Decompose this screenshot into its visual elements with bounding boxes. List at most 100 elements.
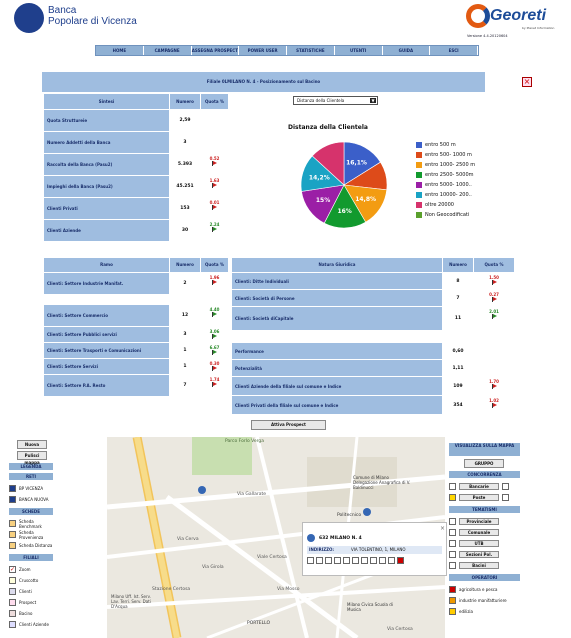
concorrenza-item[interactable]: Bancarie: [449, 481, 520, 492]
menu-statistiche[interactable]: STATISTICHE: [287, 46, 335, 55]
prospect-icon[interactable]: [343, 557, 350, 564]
menu-utenti[interactable]: UTENTI: [335, 46, 383, 55]
distance-dropdown[interactable]: Distanza della Clientela ▼: [293, 96, 378, 105]
row-label[interactable]: Clienti: Società diCapitale: [232, 307, 442, 331]
bank-name: Banca Popolare di Vicenza: [48, 5, 137, 27]
dashboard-icon: [9, 577, 16, 584]
reti-item[interactable]: BANCA NUOVA: [9, 494, 53, 505]
tematismi-item[interactable]: Provinciale: [449, 516, 520, 527]
menu-esci[interactable]: ESCI: [430, 46, 478, 55]
menu-power-user[interactable]: POWER USER: [239, 46, 287, 55]
basin-icon[interactable]: [379, 557, 386, 564]
row-label[interactable]: Performance: [232, 343, 442, 360]
row-quota: 2.24: [201, 222, 228, 232]
row-label[interactable]: Clienti Aziende della filiale sul comune…: [232, 377, 442, 396]
info-icon[interactable]: [307, 557, 314, 564]
legend-item: entro 500 m: [416, 140, 475, 150]
new-button[interactable]: Nuova: [17, 440, 47, 449]
map-label: Milano Uff. Ist. Serv. Lav. Terri. Serv.…: [111, 594, 151, 609]
filiali-item[interactable]: Prospect: [9, 597, 53, 608]
row-label[interactable]: Clienti: Settore Pubblici servizi: [44, 327, 169, 343]
schede-item[interactable]: Scheda Distanza: [9, 540, 53, 551]
row-quota: 2.01: [474, 309, 514, 319]
flag-icon: [212, 334, 217, 339]
row-label[interactable]: Quota Struttureie: [44, 110, 169, 132]
row-label[interactable]: Clienti: Settore Trasporti e Comunicazio…: [44, 343, 169, 359]
delete-icon[interactable]: [502, 483, 509, 490]
flag-icon: [212, 382, 217, 387]
filiali-item[interactable]: Clienti Aziende: [9, 619, 53, 630]
tematismi-item[interactable]: UTB: [449, 538, 520, 549]
clients-icon[interactable]: [334, 557, 341, 564]
menu-campagne[interactable]: CAMPAGNE: [144, 46, 192, 55]
schede-item[interactable]: Scheda Benchmark: [9, 518, 53, 529]
menu-home[interactable]: HOME: [96, 46, 144, 55]
sheet-icon[interactable]: [352, 557, 359, 564]
row-number: 30: [181, 228, 189, 233]
reti-item[interactable]: BP VICENZA: [9, 483, 53, 494]
sintesi-header: Sintesi: [44, 94, 169, 109]
legend-item: entro 1000- 2500 m: [416, 160, 475, 170]
row-label[interactable]: Clienti: Settore P.A. Resto: [44, 375, 169, 397]
pie-label: 14,2%: [309, 174, 330, 181]
row-quota: 0.01: [201, 200, 228, 210]
row-label[interactable]: Impieghi della Banca (Pasu2): [44, 176, 169, 198]
left-sidebar: Nuova Pulisci mappa LEGENDA RETI BP VICE…: [9, 440, 53, 630]
row-label[interactable]: Potenzialità: [232, 360, 442, 377]
close-icon[interactable]: ×: [440, 525, 445, 532]
clear-map-button[interactable]: Pulisci mappa: [17, 451, 47, 465]
concorrenza-item[interactable]: Poste: [449, 492, 520, 503]
filiali-item[interactable]: Cruscotto: [9, 575, 53, 586]
row-label[interactable]: Clienti Privati della filiale sul comune…: [232, 396, 442, 415]
row-label[interactable]: Clienti: Società di Persone: [232, 290, 442, 307]
layer-icon: [449, 551, 456, 558]
tematismi-item[interactable]: Comunale: [449, 527, 520, 538]
popup-title: 632 MILANO N. 4: [319, 536, 362, 541]
tematismi-item[interactable]: Bacini: [449, 560, 520, 571]
operatori-item[interactable]: edilizia: [449, 606, 520, 617]
schede-item[interactable]: Scheda Provenienza: [9, 529, 53, 540]
filiali-item[interactable]: Bacino: [9, 608, 53, 619]
chevron-down-icon[interactable]: ▼: [370, 98, 376, 103]
companies-icon[interactable]: [388, 557, 395, 564]
sheet-icon[interactable]: [370, 557, 377, 564]
tematismi-header: TEMATISMI: [449, 506, 520, 513]
row-label[interactable]: Clienti Privati: [44, 198, 169, 220]
menu-assegna-prospect[interactable]: ASSEGNA PROSPECT: [192, 46, 240, 55]
operatori-item[interactable]: agricoltura e pesca: [449, 584, 520, 595]
delete-icon[interactable]: [397, 557, 404, 564]
group-button[interactable]: GRUPPO: [464, 459, 504, 468]
operatori-item[interactable]: industrie manifatturiere: [449, 595, 520, 606]
row-label[interactable]: Clienti: Settore Servizi: [44, 359, 169, 375]
row-number: 7: [183, 383, 187, 388]
row-number: 45.251: [176, 184, 194, 189]
bank-logo: [14, 3, 44, 33]
concorrenza-header: CONCORRENZA: [449, 471, 520, 478]
filiali-item[interactable]: ✓ Zoom: [9, 564, 53, 575]
map-label: Via Girola: [202, 565, 224, 570]
menu-guida[interactable]: GUIDA: [383, 46, 431, 55]
flag-icon: [212, 350, 217, 355]
popup-toolbar: [307, 557, 404, 564]
sheet-icon[interactable]: [361, 557, 368, 564]
row-label[interactable]: Numero Addetti della Banca: [44, 132, 169, 154]
zoom-icon[interactable]: [316, 557, 323, 564]
row-quota: 1.50: [474, 275, 514, 285]
delete-icon[interactable]: [502, 494, 509, 501]
pie-label: 16,1%: [346, 159, 367, 166]
dashboard-icon[interactable]: [325, 557, 332, 564]
row-label[interactable]: Raccolta della Banca (Pasu2): [44, 154, 169, 176]
close-icon[interactable]: ×: [522, 77, 532, 87]
tematismi-item[interactable]: Sezioni Pol.: [449, 549, 520, 560]
row-label[interactable]: Clienti: Settore Commercio: [44, 305, 169, 327]
row-label[interactable]: Clienti Aziende: [44, 220, 169, 242]
row-label[interactable]: Clienti: Settore Industrie Manifat.: [44, 273, 169, 295]
operatori-header: OPERATORI: [449, 574, 520, 581]
layer-icon: [449, 562, 456, 569]
row-number: 1: [183, 348, 187, 353]
natura-numero-header: Numero: [443, 258, 473, 272]
row-label[interactable]: Clienti: Ditte Individuali: [232, 273, 442, 290]
activate-prospect-button[interactable]: Attiva Prospect: [251, 420, 326, 430]
flag-icon: [212, 183, 217, 188]
filiali-item[interactable]: Clienti: [9, 586, 53, 597]
